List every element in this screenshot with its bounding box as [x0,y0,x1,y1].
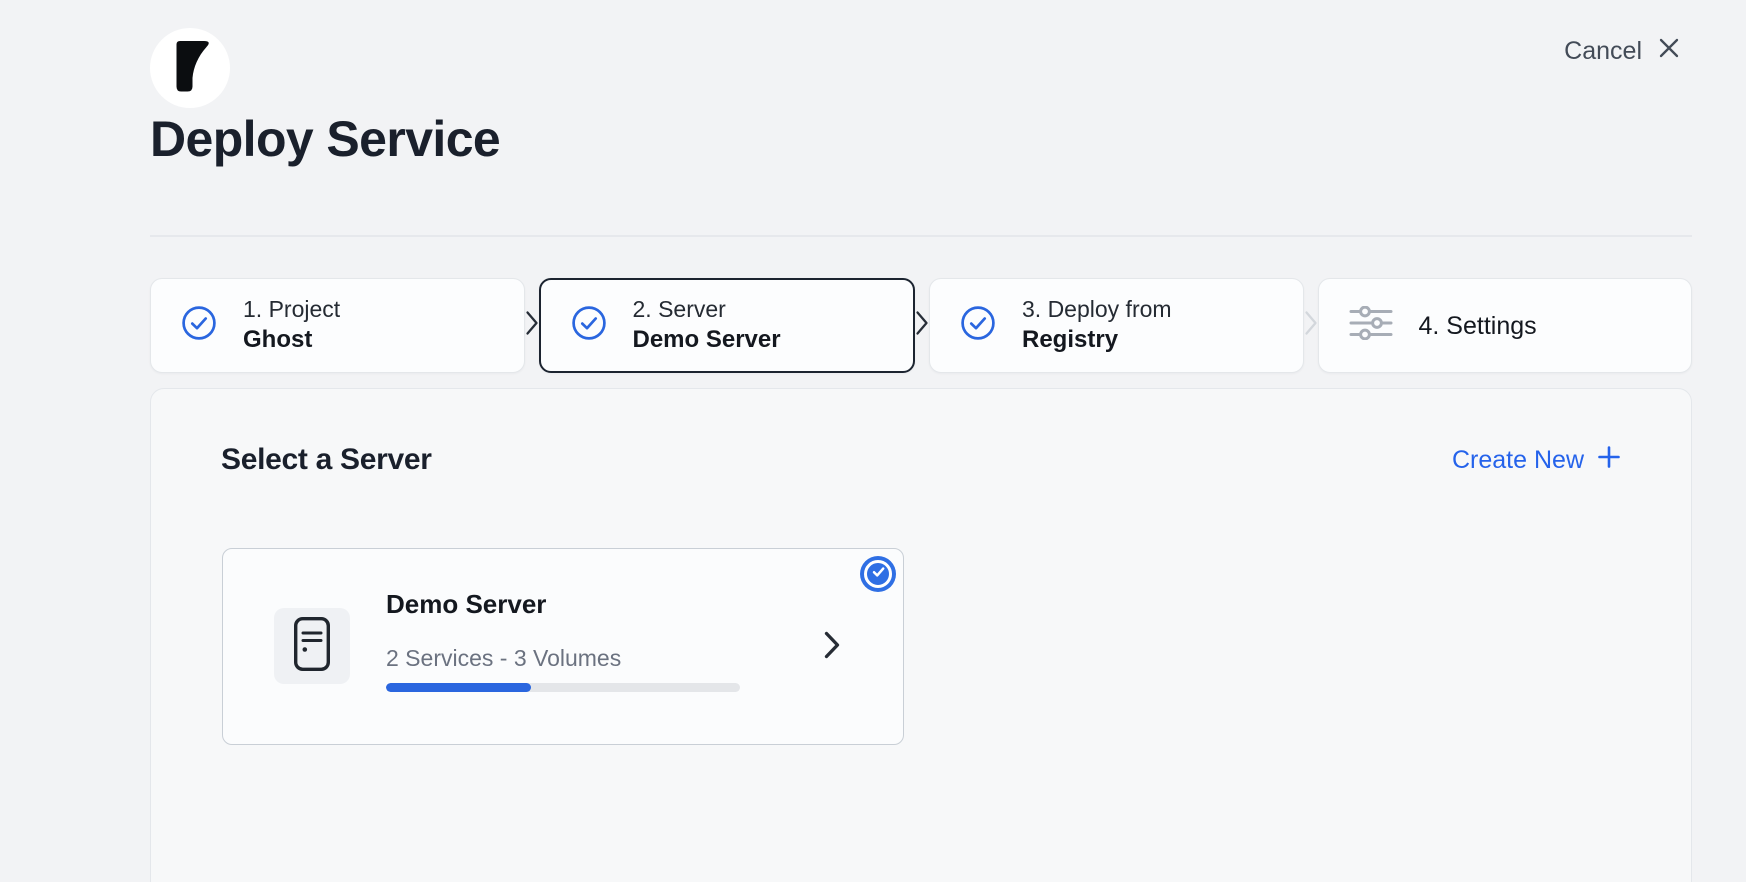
step-label: 1. Project [243,297,340,323]
panel-header: Select a Server Create New [221,443,1621,477]
header-divider [150,235,1692,237]
step-separator [1304,278,1318,373]
cancel-label: Cancel [1564,37,1642,66]
chevron-right-icon [1304,310,1318,341]
deploy-service-page: Cancel Deploy Service 1. Project Ghost [0,0,1746,882]
server-icon-box [274,608,350,684]
check-icon [870,564,887,585]
create-new-label: Create New [1452,446,1584,475]
server-icon [293,616,331,677]
step-separator [525,278,539,373]
step-text: 2. Server Demo Server [633,297,781,354]
create-new-button[interactable]: Create New [1452,445,1621,476]
brand-flag-icon [150,26,230,111]
step-value: Ghost [243,327,340,354]
stepper: 1. Project Ghost 2. Server Demo Server [150,278,1692,373]
sliders-icon [1349,306,1393,345]
step-value: Registry [1022,327,1172,354]
check-circle-icon [181,305,217,346]
server-name: Demo Server [386,589,546,620]
step-text: 4. Settings [1419,312,1537,340]
chevron-right-icon [915,310,929,341]
chevron-right-icon [525,310,539,341]
step-value: Demo Server [633,327,781,354]
progress-fill [386,683,531,692]
close-icon[interactable] [1656,35,1682,68]
select-server-panel: Select a Server Create New [150,388,1692,882]
step-label: 3. Deploy from [1022,297,1172,323]
step-text: 3. Deploy from Registry [1022,297,1172,354]
app-logo [150,28,230,108]
step-label: 4. Settings [1419,312,1537,340]
selected-check-badge [864,560,892,588]
server-meta: 2 Services - 3 Volumes [386,645,621,672]
step-deploy-from[interactable]: 3. Deploy from Registry [929,278,1304,373]
cancel-button[interactable]: Cancel [1564,34,1682,68]
step-separator [915,278,929,373]
chevron-right-icon [823,630,841,665]
plus-icon [1597,445,1621,476]
step-label: 2. Server [633,297,781,323]
server-usage-progressbar [386,683,740,692]
page-title: Deploy Service [150,110,500,168]
check-circle-icon [960,305,996,346]
step-text: 1. Project Ghost [243,297,340,354]
check-circle-icon [571,305,607,346]
server-card[interactable]: Demo Server 2 Services - 3 Volumes [222,548,904,745]
panel-heading: Select a Server [221,443,432,477]
step-project[interactable]: 1. Project Ghost [150,278,525,373]
step-server[interactable]: 2. Server Demo Server [539,278,916,373]
step-settings[interactable]: 4. Settings [1318,278,1693,373]
